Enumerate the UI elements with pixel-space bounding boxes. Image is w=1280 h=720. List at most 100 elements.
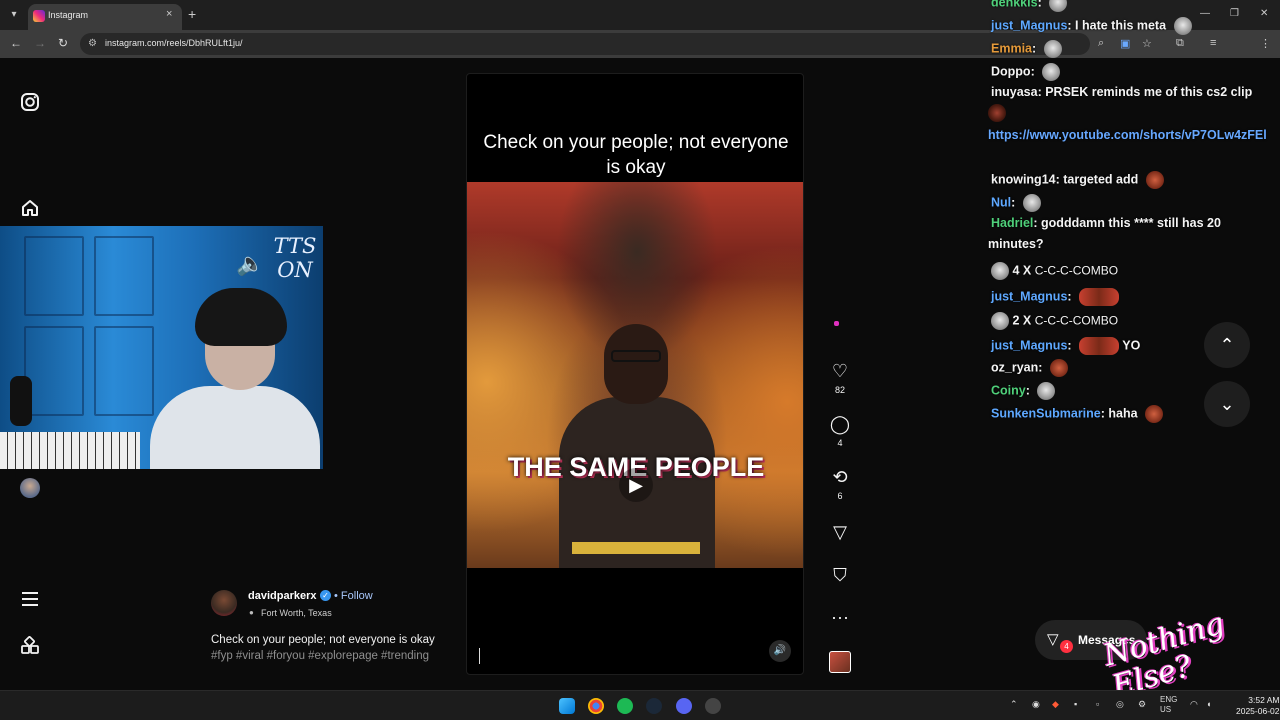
heart-icon[interactable]: ♡ bbox=[828, 361, 852, 381]
follow-label[interactable]: Follow bbox=[341, 590, 373, 602]
emote-icon bbox=[1037, 382, 1056, 400]
address-bar[interactable]: ⚙ instagram.com/reels/DbhRULft1ju/ bbox=[80, 33, 1090, 55]
emote-icon bbox=[1049, 359, 1068, 377]
streamer-hair bbox=[195, 288, 287, 346]
emote-icon bbox=[991, 262, 1009, 280]
chat-username: knowing14 bbox=[991, 172, 1056, 187]
chat-text: haha bbox=[1108, 406, 1138, 421]
tts-label: TTS ON bbox=[273, 234, 317, 282]
home-icon[interactable] bbox=[20, 198, 40, 218]
chat-message: inuyasa: PRSEK reminds me of this cs2 cl… bbox=[991, 85, 1253, 99]
chat-username: SunkenSubmarine bbox=[991, 406, 1101, 421]
save-button[interactable]: ⛉ bbox=[828, 565, 852, 585]
repost-count: 6 bbox=[837, 491, 843, 501]
reel-video[interactable]: Check on your people; not everyone is ok… bbox=[466, 73, 804, 675]
door-panel bbox=[24, 326, 84, 416]
tray-steam-icon[interactable]: ◉ bbox=[1032, 699, 1040, 710]
stream-chat: denkkis: just_Magnus: I hate this meta E… bbox=[988, 0, 1280, 430]
bookmark-icon[interactable]: ⛉ bbox=[828, 565, 852, 585]
emote-icon bbox=[1145, 405, 1164, 423]
chat-message-continuation: minutes? bbox=[988, 237, 1044, 251]
tab-search-icon[interactable]: ▾ bbox=[6, 6, 22, 24]
author-username[interactable]: davidparkerx bbox=[248, 590, 316, 602]
site-info-icon[interactable]: ⚙ bbox=[88, 38, 97, 49]
combo-count: 2 X bbox=[1012, 313, 1032, 328]
messenger-icon: ▽ bbox=[1047, 631, 1059, 648]
instagram-favicon-icon bbox=[33, 10, 45, 22]
volume-icon[interactable]: 🔊 bbox=[769, 640, 791, 662]
chrome-icon[interactable] bbox=[588, 698, 604, 714]
door-panel bbox=[94, 236, 154, 316]
emote-icon bbox=[1079, 337, 1120, 355]
system-clock[interactable]: 3:52 AM 2025-06-02 bbox=[1236, 695, 1279, 717]
region-label[interactable]: US bbox=[1160, 705, 1171, 714]
emote-icon bbox=[991, 312, 1009, 330]
share-button[interactable]: ▽ bbox=[828, 522, 852, 542]
forward-arrow-icon[interactable]: → bbox=[34, 36, 46, 50]
tray-overflow-icon[interactable]: ⌃ bbox=[1010, 699, 1018, 710]
emote-icon bbox=[1022, 194, 1041, 212]
obs-icon[interactable] bbox=[705, 698, 721, 714]
chat-username: Hadriel bbox=[991, 216, 1034, 230]
chat-message: Emmia: bbox=[991, 40, 1062, 58]
instagram-logo-icon[interactable] bbox=[20, 92, 40, 112]
location-text[interactable]: Fort Worth, Texas bbox=[261, 608, 332, 618]
tray-brave-icon[interactable]: ◆ bbox=[1052, 699, 1059, 710]
reel-hashtags[interactable]: #fyp #viral #foryou #explorepage #trendi… bbox=[211, 650, 429, 662]
windows-start-icon[interactable] bbox=[559, 698, 575, 714]
comment-button[interactable]: ◯ 4 bbox=[828, 414, 852, 448]
reload-icon[interactable]: ↻ bbox=[58, 36, 68, 50]
chat-username: Coiny bbox=[991, 383, 1026, 398]
combo-label: C-C-C-COMBO bbox=[1034, 313, 1119, 328]
language-label[interactable]: ENG bbox=[1160, 695, 1177, 704]
browser-tab[interactable]: Instagram × bbox=[28, 4, 182, 30]
combo-count: 4 X bbox=[1012, 263, 1032, 278]
tray-app-icon[interactable]: ⚙ bbox=[1138, 699, 1146, 710]
chat-username: Nul bbox=[991, 195, 1012, 210]
steam-icon[interactable] bbox=[646, 698, 662, 714]
chat-message: knowing14: targeted add bbox=[991, 171, 1164, 189]
audio-thumbnail[interactable] bbox=[829, 651, 851, 673]
tray-app-icon[interactable]: ▪ bbox=[1074, 699, 1077, 709]
discord-icon[interactable] bbox=[676, 698, 692, 714]
door-panel bbox=[94, 326, 154, 416]
chat-message: just_Magnus: bbox=[991, 288, 1120, 306]
more-menu-icon[interactable] bbox=[20, 589, 40, 609]
chat-link[interactable]: https://www.youtube.com/shorts/vP7OLw4zF… bbox=[988, 125, 1270, 146]
language-indicator[interactable]: ENG US bbox=[1160, 695, 1177, 715]
piano-keys bbox=[0, 432, 140, 469]
ellipsis-icon[interactable]: ··· bbox=[828, 607, 852, 627]
chat-username: denkkis bbox=[991, 0, 1038, 10]
repost-icon[interactable]: ⟲ bbox=[828, 467, 852, 487]
chat-message: just_Magnus: I hate this meta bbox=[991, 17, 1192, 35]
repost-button[interactable]: ⟲ 6 bbox=[828, 467, 852, 501]
chat-username: Doppo bbox=[991, 64, 1031, 79]
also-from-meta-icon[interactable] bbox=[20, 636, 40, 656]
chat-text: targeted add bbox=[1063, 172, 1139, 187]
author-avatar[interactable] bbox=[211, 590, 237, 616]
like-button[interactable]: ♡ 82 bbox=[828, 361, 852, 395]
emote-icon bbox=[1173, 17, 1192, 35]
url-text[interactable]: instagram.com/reels/DbhRULft1ju/ bbox=[105, 38, 243, 48]
reel-description: Check on your people; not everyone is ok… bbox=[211, 634, 435, 646]
spotify-icon[interactable] bbox=[617, 698, 633, 714]
follow-button[interactable]: • Follow bbox=[334, 590, 373, 602]
network-icon[interactable]: ◠ bbox=[1190, 699, 1198, 710]
chat-text: YO bbox=[1122, 338, 1141, 353]
tray-app-icon[interactable]: ▫ bbox=[1096, 699, 1099, 709]
chat-message: Coiny: bbox=[991, 382, 1056, 400]
send-icon[interactable]: ▽ bbox=[828, 522, 852, 542]
profile-avatar[interactable] bbox=[20, 478, 40, 498]
volume-tray-icon[interactable]: ◖ bbox=[1206, 699, 1211, 709]
tab-close-icon[interactable]: × bbox=[166, 8, 172, 20]
clock-time[interactable]: 3:52 AM bbox=[1248, 695, 1279, 705]
comment-icon[interactable]: ◯ bbox=[828, 414, 852, 434]
chat-text: PRSEK reminds me of this cs2 clip bbox=[1045, 85, 1253, 99]
tray-app-icon[interactable]: ◎ bbox=[1116, 699, 1124, 710]
clock-date[interactable]: 2025-06-02 bbox=[1236, 706, 1279, 716]
new-tab-button[interactable]: + bbox=[188, 6, 196, 22]
location-pin-icon: ● bbox=[249, 608, 254, 617]
back-arrow-icon[interactable]: ← bbox=[10, 36, 22, 50]
more-options-button[interactable]: ··· bbox=[828, 607, 852, 627]
play-icon[interactable]: ▶ bbox=[619, 468, 653, 502]
